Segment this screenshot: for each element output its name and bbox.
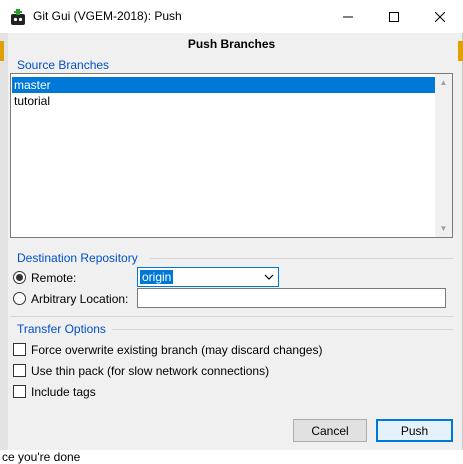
remote-select[interactable]: origin xyxy=(137,267,279,287)
include-tags-checkbox[interactable] xyxy=(13,385,26,398)
dialog-heading: Push Branches xyxy=(187,37,276,51)
remote-label: Remote: xyxy=(31,271,77,285)
force-overwrite-checkbox[interactable] xyxy=(13,343,26,356)
transfer-options-label: Transfer Options xyxy=(17,322,106,336)
git-gui-app-icon xyxy=(11,9,25,25)
destination-repository-label: Destination Repository xyxy=(17,251,138,265)
source-branches-list[interactable]: master tutorial ▲ ▼ xyxy=(10,73,453,238)
group-divider xyxy=(150,258,453,259)
scroll-down-icon[interactable]: ▼ xyxy=(435,220,452,237)
include-tags-label: Include tags xyxy=(31,385,96,399)
source-branches-label: Source Branches xyxy=(17,58,110,72)
remote-select-value: origin xyxy=(140,270,174,284)
cancel-button[interactable]: Cancel xyxy=(293,419,367,442)
thin-pack-label: Use thin pack (for slow network connecti… xyxy=(31,364,270,378)
push-dialog: Git Gui (VGEM-2018): Push Push Branches … xyxy=(0,0,463,450)
scroll-up-icon[interactable]: ▲ xyxy=(435,74,452,91)
chevron-down-icon[interactable] xyxy=(259,268,278,286)
minimize-icon xyxy=(343,16,353,17)
vertical-scrollbar[interactable]: ▲ ▼ xyxy=(435,74,452,237)
force-overwrite-label: Force overwrite existing branch (may dis… xyxy=(31,343,323,357)
arbitrary-location-input[interactable] xyxy=(137,288,446,308)
push-button[interactable]: Push xyxy=(376,419,453,442)
maximize-button[interactable] xyxy=(371,0,417,33)
arbitrary-location-radio[interactable] xyxy=(13,292,26,305)
background-window-text: ce you're done xyxy=(2,450,81,464)
maximize-icon xyxy=(389,11,399,22)
arbitrary-location-label: Arbitrary Location: xyxy=(31,292,129,306)
list-item-tutorial[interactable]: tutorial xyxy=(12,93,435,109)
background-window-edge xyxy=(0,33,8,450)
close-icon xyxy=(435,11,445,22)
close-button[interactable] xyxy=(417,0,463,33)
title-bar[interactable]: Git Gui (VGEM-2018): Push xyxy=(0,0,463,33)
group-divider xyxy=(10,316,453,317)
remote-radio[interactable] xyxy=(13,271,26,284)
thin-pack-checkbox[interactable] xyxy=(13,364,26,377)
window-title: Git Gui (VGEM-2018): Push xyxy=(33,9,182,23)
list-item-master[interactable]: master xyxy=(12,77,435,93)
minimize-button[interactable] xyxy=(325,0,371,33)
group-divider xyxy=(112,329,453,330)
